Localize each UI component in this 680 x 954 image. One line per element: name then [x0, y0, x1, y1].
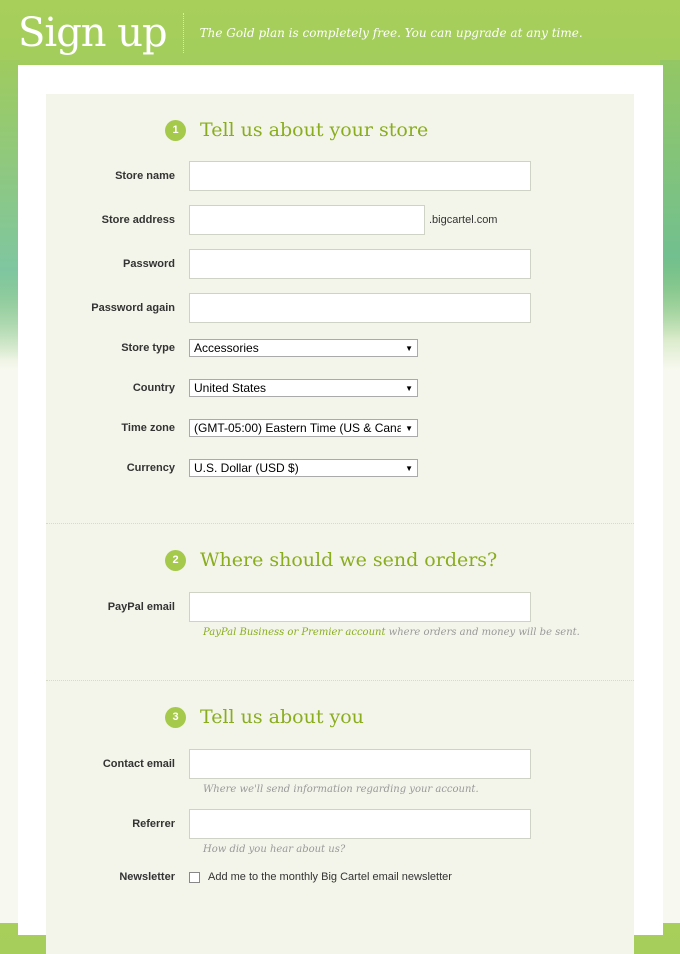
header: Sign up The Gold plan is completely free…: [18, 8, 583, 58]
chevron-down-icon: ▼: [401, 343, 417, 353]
store-type-label: Store type: [121, 342, 175, 354]
contact-email-hint: Where we'll send information regarding y…: [203, 784, 479, 795]
country-label: Country: [132, 382, 175, 394]
selected-value: (GMT-05:00) Eastern Time (US & Canada): [194, 421, 402, 435]
paypal-account-link[interactable]: PayPal Business or Premier account: [203, 627, 385, 638]
paypal-email-label: PayPal email: [107, 601, 175, 613]
currency-select[interactable]: U.S. Dollar (USD $) ▼: [189, 459, 418, 477]
time-zone-label: Time zone: [121, 422, 175, 434]
section-store: 1 Tell us about your store Store name Sto…: [46, 94, 634, 524]
section-title: Where should we send orders?: [200, 549, 498, 571]
newsletter-checkbox[interactable]: [189, 871, 200, 883]
chevron-down-icon: ▼: [401, 383, 417, 393]
currency-label: Currency: [126, 462, 175, 474]
chevron-down-icon: ▼: [401, 423, 417, 433]
store-address-label: Store address: [101, 214, 175, 226]
newsletter-checkbox-label[interactable]: Add me to the monthly Big Cartel email n…: [208, 871, 452, 883]
store-type-select[interactable]: Accessories ▼: [189, 339, 418, 357]
referrer-label: Referrer: [132, 818, 175, 830]
contact-email-label: Contact email: [102, 758, 175, 770]
paypal-hint: PayPal Business or Premier account where…: [203, 627, 634, 638]
page-title: Sign up: [18, 10, 168, 56]
store-name-label: Store name: [115, 170, 175, 182]
chevron-down-icon: ▼: [401, 463, 417, 473]
country-select[interactable]: United States ▼: [189, 379, 418, 397]
step-badge: 3: [165, 706, 186, 728]
referrer-input[interactable]: [189, 809, 531, 839]
background-wash: [0, 60, 20, 360]
selected-value: Accessories: [194, 341, 259, 355]
referrer-hint: How did you hear about us?: [203, 844, 346, 855]
paypal-email-input[interactable]: [189, 592, 531, 622]
time-zone-select[interactable]: (GMT-05:00) Eastern Time (US & Canada) ▼: [189, 419, 418, 437]
selected-value: United States: [194, 381, 267, 395]
divider: [182, 13, 184, 53]
section-title: Tell us about you: [200, 706, 364, 728]
password-again-label: Password again: [91, 302, 175, 314]
store-address-input[interactable]: [189, 205, 425, 235]
signup-form: 1 Tell us about your store Store name Sto…: [46, 94, 634, 954]
newsletter-label: Newsletter: [119, 871, 175, 883]
contact-email-input[interactable]: [189, 749, 531, 779]
signup-card: 1 Tell us about your store Store name Sto…: [18, 65, 663, 954]
domain-suffix: .bigcartel.com: [429, 214, 498, 226]
password-again-input[interactable]: [189, 293, 531, 323]
step-badge: 1: [165, 119, 186, 141]
section-about-you: 3 Tell us about you Contact email Where w…: [46, 681, 634, 885]
tagline: The Gold plan is completely free. You ca…: [199, 26, 583, 40]
hint-text: where orders and money will be sent.: [385, 627, 580, 638]
section-orders: 2 Where should we send orders? PayPal ema…: [46, 524, 634, 681]
store-name-input[interactable]: [189, 161, 531, 191]
selected-value: U.S. Dollar (USD $): [194, 461, 299, 475]
step-badge: 2: [165, 549, 186, 571]
section-title: Tell us about your store: [200, 119, 429, 141]
background-wash: [660, 60, 680, 340]
password-input[interactable]: [189, 249, 531, 279]
password-label: Password: [123, 258, 175, 270]
